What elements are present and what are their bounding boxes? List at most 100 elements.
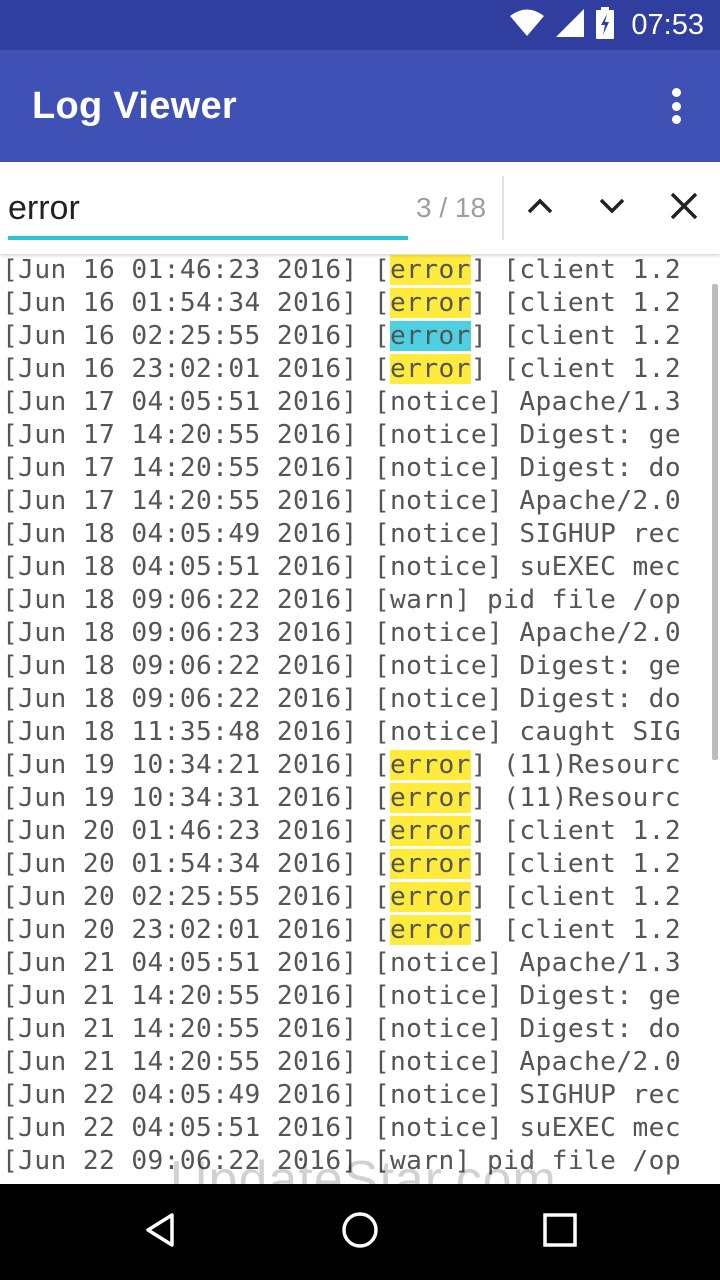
app-title: Log Viewer <box>32 85 238 127</box>
recents-icon <box>540 1210 580 1254</box>
log-text: ] [client 1.2 <box>470 915 682 945</box>
log-text: ] [client 1.2 <box>470 816 682 846</box>
log-list[interactable]: [Jun 16 01:46:23 2016] [error] [client 1… <box>0 254 720 1184</box>
log-text: ] (11)Resourc <box>470 783 682 813</box>
log-text: ] [client 1.2 <box>470 882 682 912</box>
log-lines: [Jun 16 01:46:23 2016] [error] [client 1… <box>0 254 720 1178</box>
home-button[interactable] <box>332 1204 388 1260</box>
log-text: [Jun 21 14:20:55 2016] [notice] Digest: … <box>2 1014 681 1044</box>
match-highlight: error <box>390 882 471 912</box>
log-line: [Jun 18 09:06:22 2016] [warn] pid file /… <box>0 584 720 617</box>
chevron-down-icon <box>598 197 626 219</box>
log-line: [Jun 18 11:35:48 2016] [notice] caught S… <box>0 716 720 749</box>
log-text: [Jun 19 10:34:31 2016] [ <box>2 783 390 813</box>
close-search-button[interactable] <box>656 180 712 236</box>
log-line: [Jun 20 23:02:01 2016] [error] [client 1… <box>0 914 720 947</box>
log-line: [Jun 20 01:46:23 2016] [error] [client 1… <box>0 815 720 848</box>
log-line: [Jun 22 04:05:49 2016] [notice] SIGHUP r… <box>0 1079 720 1112</box>
log-line: [Jun 21 14:20:55 2016] [notice] Apache/2… <box>0 1046 720 1079</box>
log-text: [Jun 17 14:20:55 2016] [notice] Digest: … <box>2 453 681 483</box>
log-text: ] [client 1.2 <box>470 849 682 879</box>
log-text: [Jun 18 04:05:49 2016] [notice] SIGHUP r… <box>2 519 681 549</box>
log-line: [Jun 20 01:54:34 2016] [error] [client 1… <box>0 848 720 881</box>
log-text: [Jun 21 14:20:55 2016] [notice] Digest: … <box>2 981 681 1011</box>
log-line: [Jun 16 01:54:34 2016] [error] [client 1… <box>0 287 720 320</box>
current-match-highlight: error <box>390 321 471 351</box>
log-line: [Jun 21 14:20:55 2016] [notice] Digest: … <box>0 1013 720 1046</box>
log-text: [Jun 18 09:06:23 2016] [notice] Apache/2… <box>2 618 681 648</box>
match-count: 3 / 18 <box>416 192 487 223</box>
more-vert-icon[interactable] <box>656 86 696 126</box>
match-highlight: error <box>390 750 471 780</box>
log-text: [Jun 21 04:05:51 2016] [notice] Apache/1… <box>2 948 681 978</box>
log-text: ] [client 1.2 <box>470 321 682 351</box>
log-text: [Jun 22 04:05:49 2016] [notice] SIGHUP r… <box>2 1080 681 1110</box>
status-bar: 07:53 <box>0 0 720 50</box>
log-line: [Jun 18 04:05:49 2016] [notice] SIGHUP r… <box>0 518 720 551</box>
log-line: [Jun 20 02:25:55 2016] [error] [client 1… <box>0 881 720 914</box>
log-line: [Jun 17 14:20:55 2016] [notice] Apache/2… <box>0 485 720 518</box>
log-line: [Jun 18 09:06:22 2016] [notice] Digest: … <box>0 650 720 683</box>
log-text: [Jun 20 23:02:01 2016] [ <box>2 915 390 945</box>
next-match-button[interactable] <box>584 180 640 236</box>
battery-charging-icon <box>595 7 615 43</box>
log-line: [Jun 18 04:05:51 2016] [notice] suEXEC m… <box>0 551 720 584</box>
log-text: [Jun 16 02:25:55 2016] [ <box>2 321 390 351</box>
log-line: [Jun 22 04:05:51 2016] [notice] suEXEC m… <box>0 1112 720 1145</box>
log-text: [Jun 18 04:05:51 2016] [notice] suEXEC m… <box>2 552 681 582</box>
log-text: [Jun 20 01:46:23 2016] [ <box>2 816 390 846</box>
close-icon <box>669 191 699 225</box>
log-text: [Jun 17 14:20:55 2016] [notice] Digest: … <box>2 420 681 450</box>
log-text: [Jun 17 04:05:51 2016] [notice] Apache/1… <box>2 387 681 417</box>
scrollbar[interactable] <box>712 284 718 760</box>
log-line: [Jun 18 09:06:23 2016] [notice] Apache/2… <box>0 617 720 650</box>
log-text: [Jun 16 01:54:34 2016] [ <box>2 288 390 318</box>
match-highlight: error <box>390 288 471 318</box>
log-line: [Jun 19 10:34:21 2016] [error] (11)Resou… <box>0 749 720 782</box>
menu-dot <box>671 88 681 97</box>
match-highlight: error <box>390 354 471 384</box>
log-text: [Jun 18 11:35:48 2016] [notice] caught S… <box>2 717 681 747</box>
search-bar: 3 / 18 <box>0 162 720 254</box>
log-line: [Jun 18 09:06:22 2016] [notice] Digest: … <box>0 683 720 716</box>
app-bar: Log Viewer <box>0 50 720 162</box>
home-icon <box>340 1210 380 1254</box>
wifi-icon <box>509 9 545 41</box>
log-line: [Jun 19 10:34:31 2016] [error] (11)Resou… <box>0 782 720 815</box>
log-line: [Jun 21 14:20:55 2016] [notice] Digest: … <box>0 980 720 1013</box>
log-text: ] (11)Resourc <box>470 750 682 780</box>
log-line: [Jun 21 04:05:51 2016] [notice] Apache/1… <box>0 947 720 980</box>
log-text: [Jun 20 01:54:34 2016] [ <box>2 849 390 879</box>
log-text: [Jun 16 01:46:23 2016] [ <box>2 255 390 285</box>
log-line: [Jun 17 14:20:55 2016] [notice] Digest: … <box>0 419 720 452</box>
match-highlight: error <box>390 849 471 879</box>
log-line: [Jun 17 14:20:55 2016] [notice] Digest: … <box>0 452 720 485</box>
log-line: [Jun 17 04:05:51 2016] [notice] Apache/1… <box>0 386 720 419</box>
recents-button[interactable] <box>532 1204 588 1260</box>
log-line: [Jun 16 02:25:55 2016] [error] [client 1… <box>0 320 720 353</box>
log-text: ] [client 1.2 <box>470 354 682 384</box>
search-input[interactable] <box>8 182 408 234</box>
log-text: [Jun 19 10:34:21 2016] [ <box>2 750 390 780</box>
cell-signal-icon <box>555 8 585 42</box>
search-divider <box>502 176 504 240</box>
log-text: ] [client 1.2 <box>470 255 682 285</box>
watermark: UpdateStar.com <box>170 1151 557 1209</box>
search-underline <box>8 236 408 240</box>
match-highlight: error <box>390 816 471 846</box>
log-text: [Jun 22 04:05:51 2016] [notice] suEXEC m… <box>2 1113 681 1143</box>
log-text: [Jun 16 23:02:01 2016] [ <box>2 354 390 384</box>
log-line: [Jun 16 23:02:01 2016] [error] [client 1… <box>0 353 720 386</box>
previous-match-button[interactable] <box>512 180 568 236</box>
status-time: 07:53 <box>631 8 704 41</box>
status-icons: 07:53 <box>509 0 704 50</box>
back-icon <box>140 1210 180 1254</box>
log-text: [Jun 18 09:06:22 2016] [notice] Digest: … <box>2 684 681 714</box>
log-text: [Jun 20 02:25:55 2016] [ <box>2 882 390 912</box>
back-button[interactable] <box>132 1204 188 1260</box>
match-highlight: error <box>390 255 471 285</box>
log-text: [Jun 18 09:06:22 2016] [warn] pid file /… <box>2 585 681 615</box>
menu-dot <box>671 101 681 111</box>
match-highlight: error <box>390 915 471 945</box>
match-highlight: error <box>390 783 471 813</box>
